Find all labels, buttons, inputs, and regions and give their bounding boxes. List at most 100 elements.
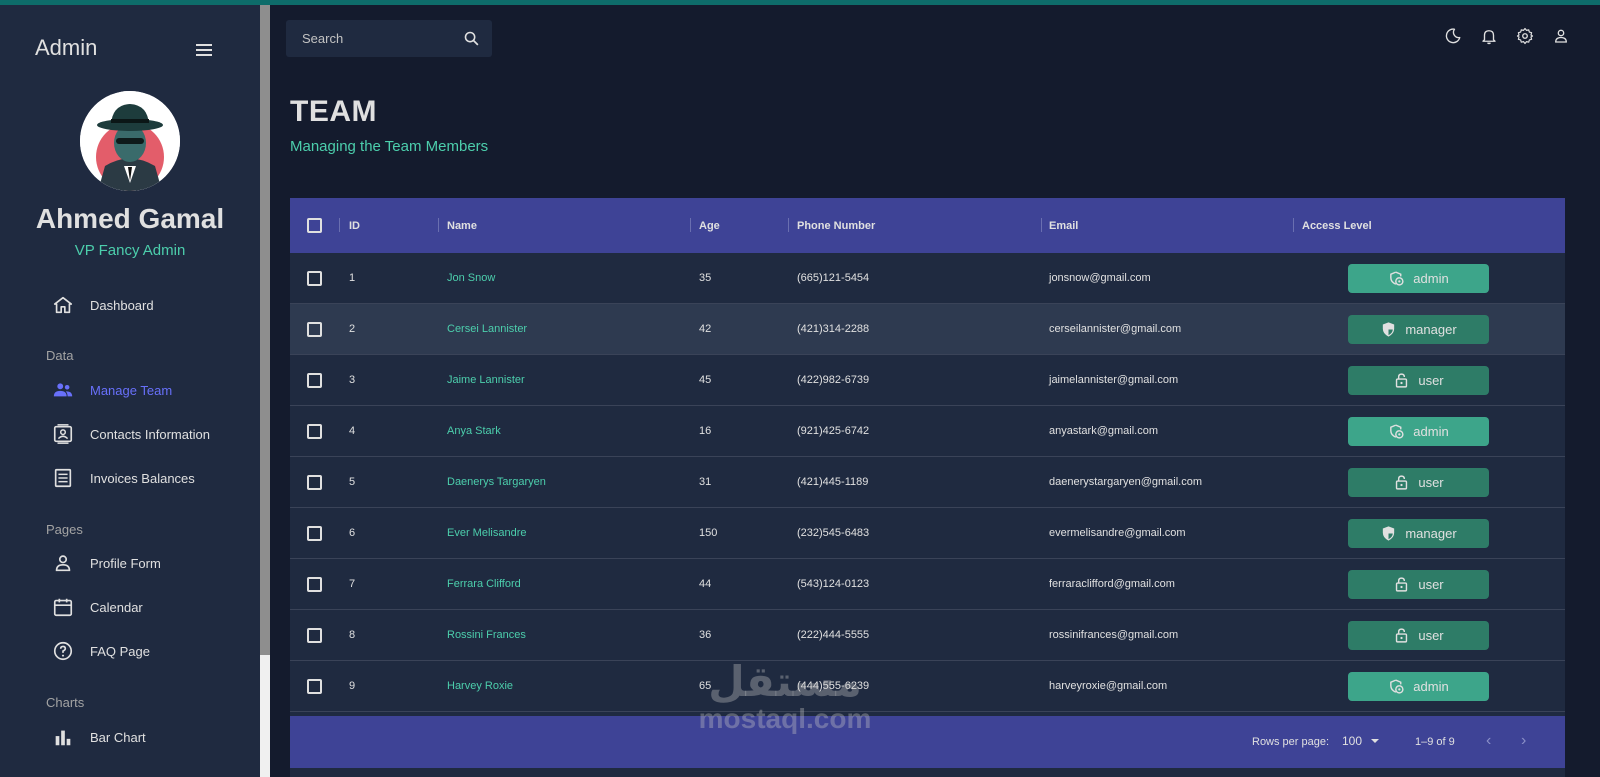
sidebar-item-invoices[interactable]: Invoices Balances — [52, 466, 195, 490]
cell-phone: (422)982-6739 — [797, 374, 870, 386]
calendar-icon — [53, 598, 73, 617]
dark-mode-icon[interactable] — [1444, 27, 1462, 45]
sidebar-section-charts: Charts — [46, 695, 85, 710]
column-header-email[interactable]: Email — [1049, 198, 1078, 253]
column-header-access[interactable]: Access Level — [1302, 198, 1372, 253]
admin-shield-icon — [1390, 270, 1404, 286]
next-page-icon[interactable]: › — [1521, 732, 1526, 750]
sidebar-item-profile-form[interactable]: Profile Form — [52, 551, 161, 575]
column-header-id[interactable]: ID — [349, 198, 360, 253]
search-input[interactable] — [286, 31, 446, 46]
cell-phone: (543)124-0123 — [797, 578, 870, 590]
access-level-badge: user — [1348, 467, 1489, 497]
security-shield-icon — [1383, 321, 1395, 337]
access-level-badge: user — [1348, 569, 1489, 599]
menu-toggle-icon[interactable] — [196, 41, 216, 57]
rows-per-page-value: 100 — [1342, 734, 1363, 748]
row-checkbox[interactable] — [307, 678, 322, 694]
row-checkbox[interactable] — [307, 372, 322, 388]
table-body: 1 Jon Snow 35 (665)121-5454 jonsnow@gmail.co… — [290, 253, 1565, 712]
sidebar-item-manage-team[interactable]: Manage Team — [52, 378, 172, 402]
row-checkbox[interactable] — [307, 576, 322, 592]
cell-age: 31 — [699, 476, 712, 488]
column-separator — [1041, 218, 1042, 232]
cell-name: Anya Stark — [447, 425, 501, 437]
sidebar-item-faq[interactable]: FAQ Page — [52, 639, 150, 663]
access-level-badge: admin — [1348, 671, 1489, 701]
row-checkbox[interactable] — [307, 474, 322, 490]
sidebar-item-label: Bar Chart — [90, 729, 146, 745]
table-row[interactable]: 2 Cersei Lannister 42 (421)314-2288 cerseila… — [290, 304, 1565, 355]
cell-phone: (665)121-5454 — [797, 272, 870, 284]
sidebar-item-label: Calendar — [90, 599, 143, 615]
cell-id: 6 — [349, 527, 356, 539]
table-row[interactable]: 7 Ferrara Clifford 44 (543)124-0123 ferrarac… — [290, 559, 1565, 610]
sidebar-item-bar-chart[interactable]: Bar Chart — [52, 725, 146, 749]
settings-icon[interactable] — [1516, 27, 1534, 45]
previous-page-icon[interactable]: ‹ — [1486, 732, 1491, 750]
cell-email: ferraraclifford@gmail.com — [1049, 578, 1175, 590]
admin-shield-icon — [1390, 423, 1404, 439]
cell-age: 35 — [699, 272, 712, 284]
cell-email: harveyroxie@gmail.com — [1049, 680, 1168, 692]
table-row[interactable]: 1 Jon Snow 35 (665)121-5454 jonsnow@gmail.co… — [290, 253, 1565, 304]
cell-phone: (921)425-6742 — [797, 425, 870, 437]
sidebar-item-calendar[interactable]: Calendar — [52, 595, 143, 619]
access-level-badge: user — [1348, 620, 1489, 650]
avatar-image — [80, 91, 180, 191]
sidebar-scrollbar[interactable] — [260, 5, 270, 777]
cell-phone: (421)445-1189 — [797, 476, 869, 488]
sidebar-section-pages: Pages — [46, 522, 83, 537]
table-row[interactable]: 8 Rossini Frances 36 (222)444-5555 rossinifr… — [290, 610, 1565, 661]
bar-chart-icon — [55, 730, 71, 746]
sidebar-item-label: FAQ Page — [90, 643, 150, 659]
notifications-icon[interactable] — [1480, 27, 1498, 45]
cell-email: jaimelannister@gmail.com — [1049, 374, 1179, 386]
team-table: ID Name Age Phone Number Email Access Le… — [290, 198, 1565, 777]
sidebar-item-dashboard[interactable]: Dashboard — [52, 293, 154, 317]
row-checkbox[interactable] — [307, 423, 322, 439]
cell-name: Ferrara Clifford — [447, 578, 521, 590]
access-level-label: manager — [1405, 525, 1457, 541]
cell-email: daenerystargaryen@gmail.com — [1049, 476, 1203, 488]
table-header: ID Name Age Phone Number Email Access Le… — [290, 198, 1565, 253]
cell-name: Harvey Roxie — [447, 680, 514, 692]
table-row[interactable]: 6 Ever Melisandre 150 (232)545-6483 evermeli… — [290, 508, 1565, 559]
table-row[interactable]: 4 Anya Stark 16 (921)425-6742 anyastark@gmai… — [290, 406, 1565, 457]
access-level-label: user — [1418, 474, 1444, 490]
lock-open-icon — [1396, 627, 1408, 643]
row-checkbox[interactable] — [307, 321, 322, 337]
search-box[interactable] — [286, 20, 492, 57]
sidebar-section-data: Data — [46, 348, 74, 363]
profile-icon[interactable] — [1552, 27, 1570, 45]
row-checkbox[interactable] — [307, 270, 322, 286]
search-icon[interactable] — [463, 30, 480, 47]
cell-name: Ever Melisandre — [447, 527, 527, 539]
rows-per-page-label: Rows per page: — [1252, 736, 1330, 748]
column-header-phone[interactable]: Phone Number — [797, 198, 875, 253]
row-checkbox[interactable] — [307, 525, 322, 541]
lock-open-icon — [1396, 474, 1408, 490]
cell-phone: (232)545-6483 — [797, 527, 870, 539]
home-icon — [53, 296, 73, 314]
sidebar-item-contacts[interactable]: Contacts Information — [52, 422, 210, 446]
cell-name: Jon Snow — [447, 272, 496, 284]
table-row[interactable]: 3 Jaime Lannister 45 (422)982-6739 jaimelann… — [290, 355, 1565, 406]
access-level-label: admin — [1413, 678, 1449, 694]
table-row[interactable]: 9 Harvey Roxie 65 (444)555-6239 harveyroxie@… — [290, 661, 1565, 712]
access-level-badge: admin — [1348, 416, 1489, 446]
cell-id: 8 — [349, 629, 356, 641]
access-level-label: admin — [1413, 270, 1449, 286]
pagination-range: 1–9 of 9 — [1415, 736, 1455, 748]
cell-phone: (222)444-5555 — [797, 629, 870, 641]
sidebar-scrollbar-thumb[interactable] — [260, 655, 270, 777]
select-all-checkbox[interactable] — [307, 218, 322, 233]
rows-per-page-select[interactable]: 100 — [1342, 734, 1380, 748]
table-row[interactable]: 5 Daenerys Targaryen 31 (421)445-1189 daener… — [290, 457, 1565, 508]
row-checkbox[interactable] — [307, 627, 322, 643]
main-content: TEAM Managing the Team Members ID Name A… — [270, 5, 1600, 777]
cell-age: 16 — [699, 425, 712, 437]
cell-email: anyastark@gmail.com — [1049, 425, 1158, 437]
column-header-age[interactable]: Age — [699, 198, 720, 253]
column-header-name[interactable]: Name — [447, 198, 477, 253]
